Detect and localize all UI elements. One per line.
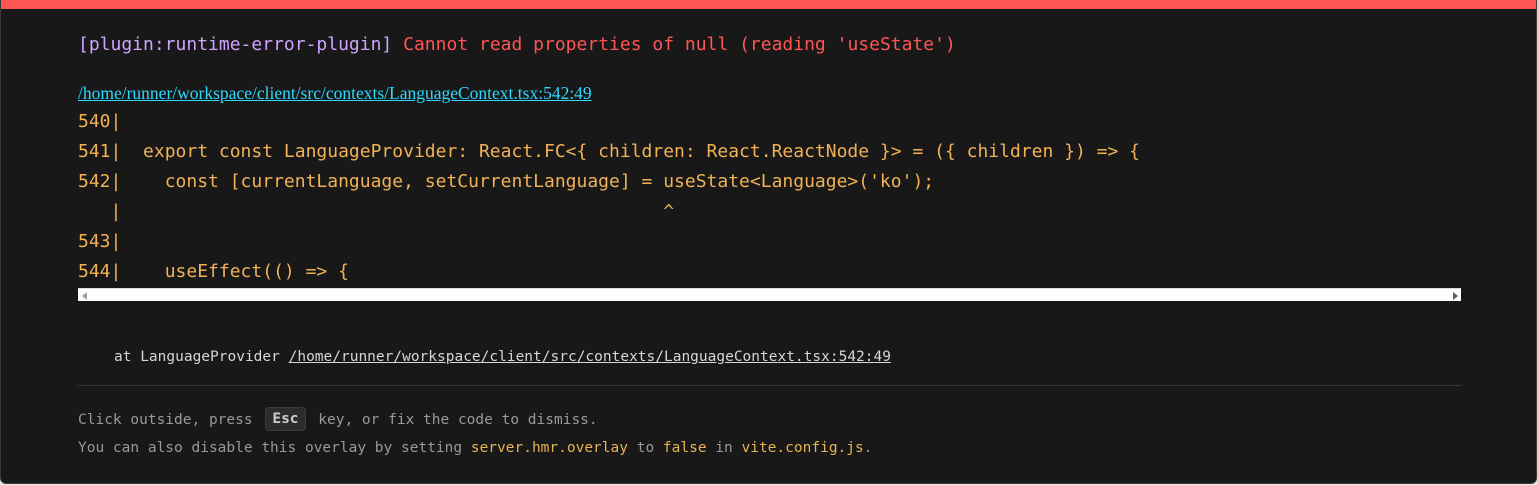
dismiss-tip-text: Click outside, press (78, 412, 253, 428)
esc-key-badge: Esc (265, 407, 306, 431)
code-line: 544| useEffect(() => { (78, 261, 349, 282)
stack-trace-link[interactable]: /home/runner/workspace/client/src/contex… (289, 349, 891, 365)
error-title: [plugin:runtime-error-plugin] Cannot rea… (78, 34, 956, 56)
scroll-left-icon[interactable] (79, 290, 90, 301)
tip-divider (78, 385, 1461, 386)
code-frame-horizontal-scrollbar[interactable] (78, 288, 1461, 301)
stack-trace-prefix: at LanguageProvider (114, 349, 280, 365)
code-line: 542| const [currentLanguage, setCurrentL… (78, 171, 935, 192)
disable-overlay-tip: You can also disable this overlay by set… (78, 438, 872, 458)
error-top-bar (1, 0, 1536, 9)
disable-tip-period: . (863, 440, 873, 456)
disable-tip-in: in (715, 440, 733, 456)
false-value: false (662, 440, 707, 456)
code-line: | ^ (78, 201, 675, 222)
error-file-link[interactable]: /home/runner/workspace/client/src/contex… (78, 82, 592, 104)
scroll-right-icon[interactable] (1449, 290, 1460, 301)
stack-trace: at LanguageProvider /home/runner/workspa… (114, 347, 891, 367)
error-overlay-window: [plugin:runtime-error-plugin] Cannot rea… (0, 0, 1537, 484)
error-message: Cannot read properties of null (reading … (403, 34, 956, 55)
code-frame[interactable]: 540| 541| export const LanguageProvider:… (78, 110, 1461, 288)
dismiss-tip-text-end: key, or fix the code to dismiss. (318, 412, 598, 428)
disable-tip-to: to (636, 440, 655, 456)
code-line: 543| (78, 231, 122, 252)
code-line: 540| (78, 111, 122, 132)
code-line: 541| export const LanguageProvider: Reac… (78, 141, 1141, 162)
disable-tip-text: You can also disable this overlay by set… (78, 440, 463, 456)
hmr-overlay-setting: server.hmr.overlay (470, 440, 628, 456)
dismiss-tip: Click outside, press Esc key, or fix the… (78, 407, 598, 432)
vite-config-filename: vite.config.js (741, 440, 864, 456)
error-plugin-label: [plugin:runtime-error-plugin] (78, 34, 393, 55)
